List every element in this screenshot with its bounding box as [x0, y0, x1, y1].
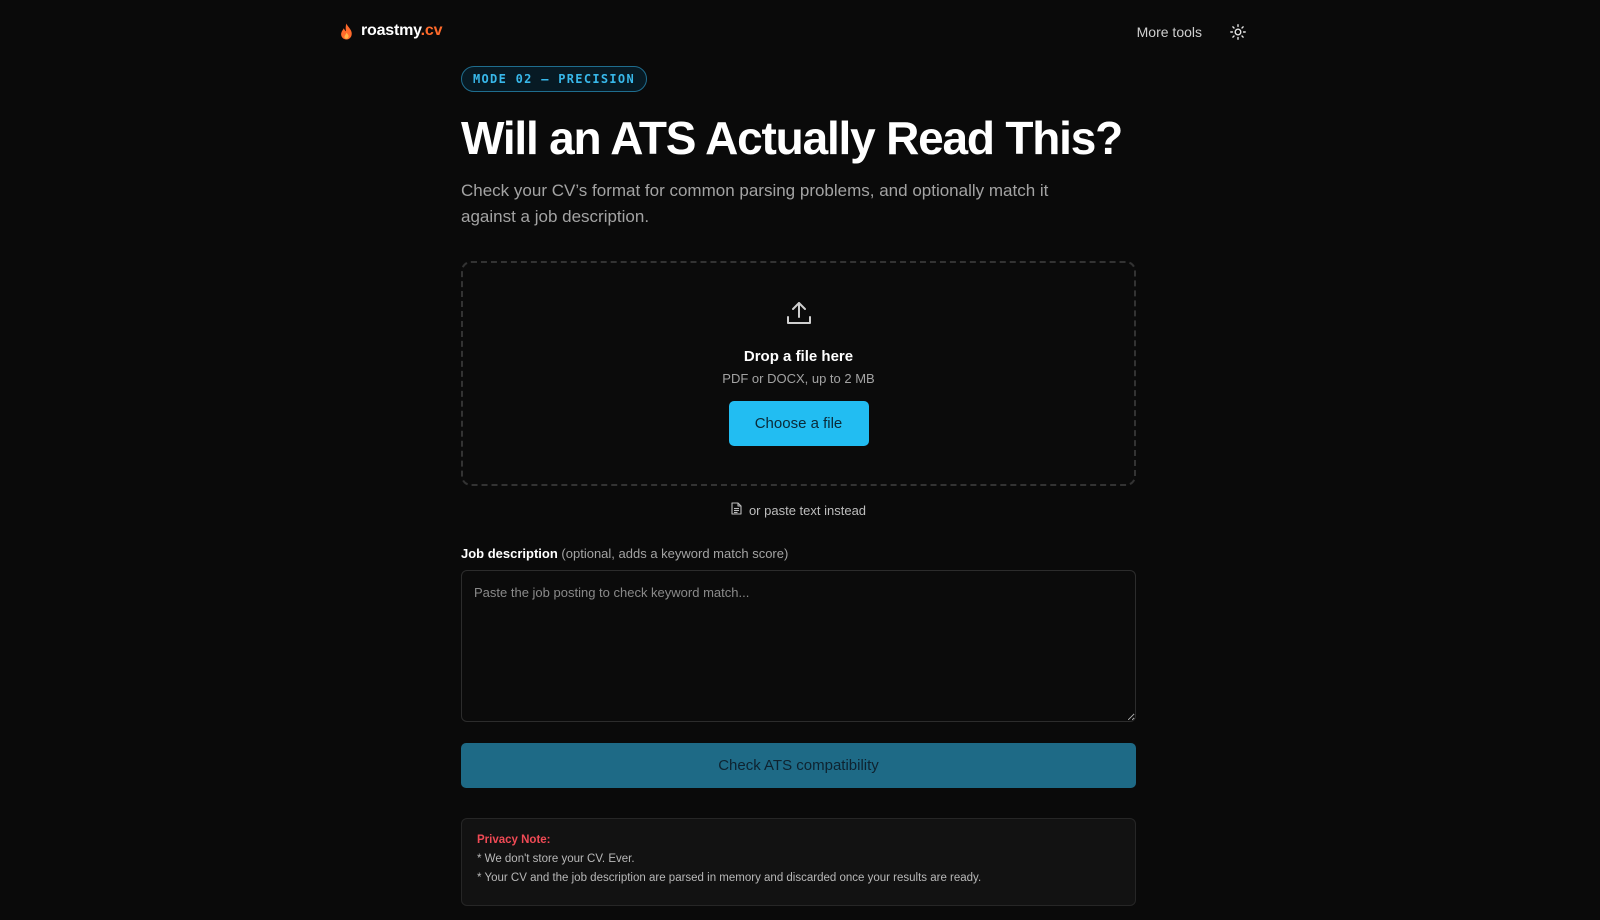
brand-name: roastmy.cv	[361, 22, 443, 39]
brand-logo-link[interactable]: roastmy.cv	[340, 22, 443, 40]
theme-toggle-button[interactable]	[1228, 22, 1248, 42]
paste-text-link[interactable]: or paste text instead	[461, 502, 1136, 518]
job-description-label-title: Job description	[461, 546, 558, 561]
document-icon	[731, 502, 742, 518]
flame-icon	[340, 23, 353, 40]
mode-badge: MODE 02 — PRECISION	[461, 66, 647, 92]
brand-extension: .cv	[420, 22, 443, 39]
job-description-input[interactable]	[461, 570, 1136, 722]
more-tools-link[interactable]: More tools	[1137, 24, 1202, 40]
privacy-note-title: Privacy Note:	[477, 834, 551, 846]
sun-icon	[1230, 24, 1246, 40]
paste-text-label: or paste text instead	[748, 502, 867, 518]
choose-file-button[interactable]: Choose a file	[728, 401, 869, 446]
privacy-note-line: * Your CV and the job description are pa…	[477, 872, 982, 884]
top-bar: roastmy.cv More tools	[340, 0, 1248, 64]
dropzone-title: Drop a file here	[743, 348, 854, 365]
check-ats-button[interactable]: Check ATS compatibility	[461, 743, 1136, 788]
main-content: MODE 02 — PRECISION Will an ATS Actually…	[461, 66, 1136, 906]
upload-icon	[785, 299, 813, 332]
header-actions: More tools	[1137, 22, 1248, 42]
privacy-note: Privacy Note: * We don't store your CV. …	[461, 818, 1136, 906]
file-dropzone[interactable]: Drop a file here PDF or DOCX, up to 2 MB…	[461, 261, 1136, 486]
job-description-label-note: (optional, adds a keyword match score)	[561, 546, 789, 561]
privacy-note-line: * We don't store your CV. Ever.	[477, 853, 635, 865]
page-subtitle: Check your CV’s format for common parsin…	[461, 181, 1049, 226]
page-title: Will an ATS Actually Read This?	[461, 112, 1123, 164]
dropzone-hint: PDF or DOCX, up to 2 MB	[722, 371, 875, 386]
job-description-label: Job description (optional, adds a keywor…	[461, 546, 1136, 561]
page: roastmy.cv More tools MODE 02 — PRECISIO…	[0, 0, 1600, 920]
